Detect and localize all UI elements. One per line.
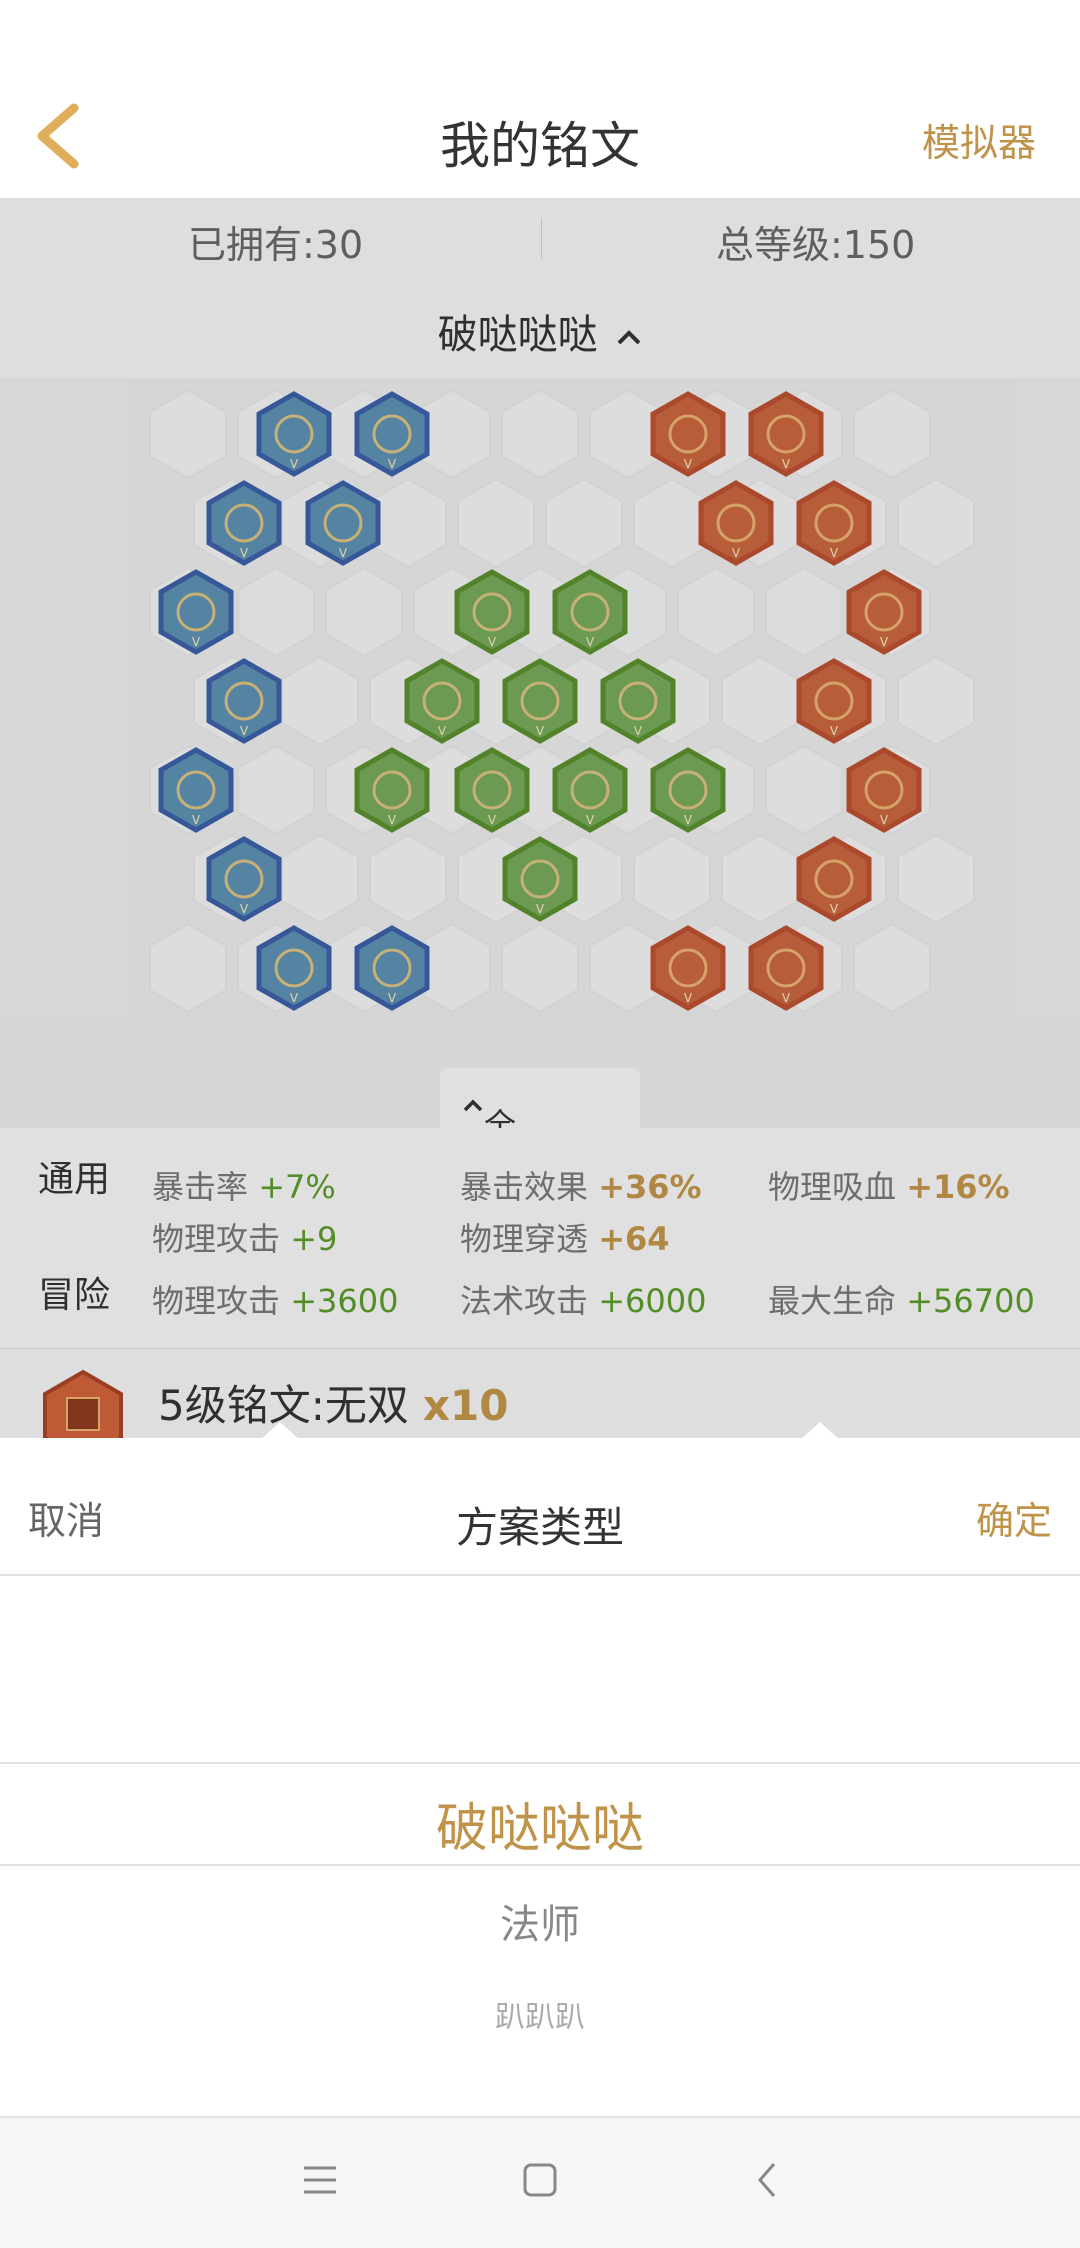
- picker-highlight-bottom: [0, 1864, 1080, 1866]
- picker-option[interactable]: 法师: [0, 1892, 1080, 1950]
- simulator-button[interactable]: 模拟器: [922, 112, 1036, 167]
- divider: [0, 1574, 1080, 1576]
- menu-icon[interactable]: [300, 2160, 340, 2200]
- dim-overlay[interactable]: [0, 198, 1080, 1438]
- page-title: 我的铭文: [440, 117, 640, 175]
- confirm-button[interactable]: 确定: [976, 1490, 1052, 1545]
- picker-option-selected[interactable]: 破哒哒哒: [0, 1786, 1080, 1861]
- system-nav-bar: [0, 2118, 1080, 2248]
- back-chevron-icon[interactable]: [748, 2160, 788, 2200]
- sheet-title: 方案类型: [455, 1503, 624, 1552]
- picker-option[interactable]: 趴趴趴: [0, 1992, 1080, 2036]
- home-square-icon[interactable]: [520, 2160, 560, 2200]
- picker-highlight-top: [0, 1762, 1080, 1764]
